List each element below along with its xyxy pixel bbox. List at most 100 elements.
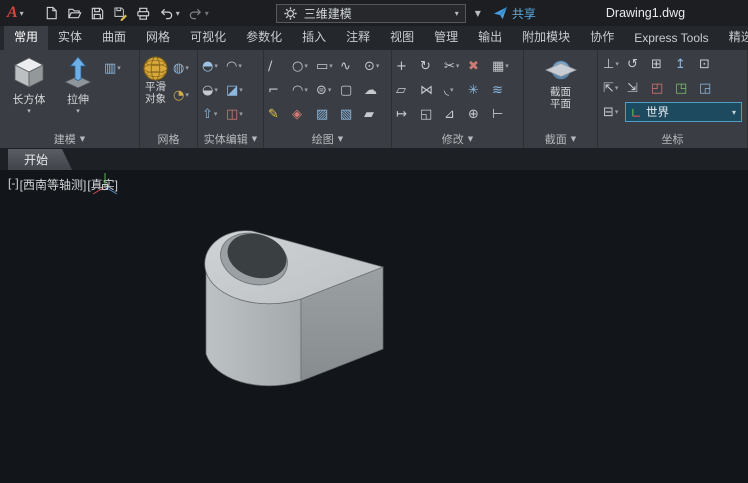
view-control[interactable]: [西南等轴测] [20, 176, 87, 193]
ribbon-tool-button[interactable]: ◳ ▾ [673, 76, 697, 100]
drawing-viewport[interactable]: [-] [西南等轴测] [真实] [0, 170, 748, 483]
file-tab-start[interactable]: 开始 [8, 149, 72, 170]
ribbon-tool-button[interactable]: ◟ ▾ [442, 78, 466, 102]
ribbon-tab[interactable]: 管理 [424, 26, 468, 50]
ribbon-tool-button[interactable]: ⊜ ▾ [314, 78, 338, 102]
ribbon-tab[interactable]: 网格 [136, 26, 180, 50]
ribbon-tool-button[interactable]: ▥ ▾ [102, 56, 126, 80]
panel-label-mesh[interactable]: 网格 [140, 129, 197, 148]
save-as-button[interactable] [110, 4, 131, 23]
ribbon-tab[interactable]: 参数化 [236, 26, 292, 50]
ribbon-tool-button[interactable]: ✖ ▾ [466, 54, 490, 78]
ribbon-tab[interactable]: 精选应用 [719, 26, 748, 50]
ribbon-tool-button[interactable]: ⋈ ▾ [418, 78, 442, 102]
3d-solid-object[interactable] [205, 226, 383, 386]
panel-label-modify[interactable]: 修改 ▼ [392, 129, 523, 148]
app-menu-button[interactable]: A ▾ [0, 0, 31, 26]
ribbon-tool-button[interactable]: ○ ▾ [290, 54, 314, 78]
ribbon-tool-button[interactable]: ▰ ▾ [362, 102, 386, 126]
ribbon-tool-button[interactable]: ⊡ ▾ [697, 52, 721, 76]
ribbon-tool-button[interactable]: ↦ ▾ [394, 102, 418, 126]
ribbon-tool-button[interactable]: ▭ ▾ [314, 54, 338, 78]
workspace-selector[interactable]: 三维建模 ▾ [276, 4, 466, 23]
viewport-menu-control[interactable]: [-] [8, 176, 19, 193]
ribbon-tab[interactable]: 常用 [4, 26, 48, 50]
ribbon-tool-button[interactable]: ☁ ▾ [362, 78, 386, 102]
presspull-icon: ⇧ [202, 108, 213, 121]
ribbon-tab[interactable]: 注释 [336, 26, 380, 50]
ucs-combobox[interactable]: 世界 ▾ [625, 102, 742, 122]
ribbon-tool-button[interactable]: ▧ ▾ [338, 102, 362, 126]
panel-label-solid-editing[interactable]: 实体编辑 ▼ [198, 129, 263, 148]
ribbon-tool-button[interactable]: ✎ ▾ [266, 102, 290, 126]
ribbon-tool-button[interactable]: ⊙ ▾ [362, 54, 386, 78]
smooth-object-button[interactable]: 平滑 对象 [142, 52, 169, 129]
box-button[interactable]: 长方体 ▾ [2, 52, 56, 129]
ribbon-tool-button[interactable]: ◈ ▾ [290, 102, 314, 126]
ribbon-tool-button[interactable]: ⊢ ▾ [490, 102, 514, 126]
ribbon-tool-button[interactable]: ◫ ▾ [224, 102, 248, 126]
circle-icon: ○ [292, 60, 303, 73]
ribbon-tool-button[interactable]: ⊥ ▾ [601, 52, 625, 76]
arc-icon: ◠ [292, 84, 303, 97]
ribbon-tool-button[interactable]: ◠ ▾ [224, 54, 248, 78]
qat-customize-button[interactable]: ▼ [475, 9, 481, 18]
open-file-button[interactable] [64, 4, 85, 23]
ribbon-tool-button[interactable]: ▦ ▾ [490, 54, 514, 78]
panel-label-draw[interactable]: 绘图 ▼ [264, 129, 391, 148]
ribbon-tool-button[interactable]: ↥ ▾ [673, 52, 697, 76]
ribbon-tab[interactable]: Express Tools [624, 26, 718, 50]
ribbon-tool-button[interactable]: ◍ ▾ [171, 56, 195, 80]
share-button[interactable]: 共享 [493, 5, 536, 22]
ribbon-tool-button[interactable]: ⇧ ▾ [200, 102, 224, 126]
ribbon-tool-button[interactable]: ◰ ▾ [649, 76, 673, 100]
ribbon-tool-button[interactable]: ⊕ ▾ [466, 102, 490, 126]
ribbon-tool-button[interactable]: ◲ ▾ [697, 76, 721, 100]
ribbon-tool-button[interactable]: ◱ ▾ [418, 102, 442, 126]
extrude-button[interactable]: 拉伸 ▾ [56, 52, 100, 129]
gear-icon [283, 6, 298, 21]
ribbon-tab[interactable]: 输出 [468, 26, 512, 50]
section-plane-button[interactable]: 截面 平面 [531, 52, 591, 129]
new-file-button[interactable] [41, 4, 62, 23]
ribbon-tool-button[interactable]: ▱ ▾ [394, 78, 418, 102]
ribbon-tab[interactable]: 实体 [48, 26, 92, 50]
ribbon-tool-button[interactable]: ◠ ▾ [290, 78, 314, 102]
ribbon-tool-button[interactable]: ∿ ▾ [338, 54, 362, 78]
panel-modify: + ▾ ▱ ▾ ↦ ▾ [392, 50, 524, 148]
ribbon-tab[interactable]: 曲面 [92, 26, 136, 50]
panel-label-modeling[interactable]: 建模 ▼ [0, 129, 139, 148]
ribbon-tool-button[interactable]: ⇲ ▾ [625, 76, 649, 100]
panel-label-coordinates[interactable]: 坐标 [598, 129, 747, 148]
ribbon-tool-button[interactable]: ∕ ▾ [266, 54, 290, 78]
ribbon-tool-button[interactable]: ◔ ▾ [171, 83, 195, 107]
ribbon-tab[interactable]: 插入 [292, 26, 336, 50]
ribbon-tool-button[interactable]: ⌐ ▾ [266, 78, 290, 102]
ribbon-tool-button[interactable]: ⇱ ▾ [601, 76, 625, 100]
coordinates-row-3: ⊟ ▾ [601, 100, 625, 124]
ribbon-tab[interactable]: 可视化 [180, 26, 236, 50]
ribbon-tool-button[interactable]: ↻ ▾ [418, 54, 442, 78]
ribbon-tool-button[interactable]: ◪ ▾ [224, 78, 248, 102]
plot-button[interactable] [133, 4, 154, 23]
ribbon-tool-button[interactable]: ⊟ ▾ [601, 100, 625, 124]
ribbon-tool-button[interactable]: + ▾ [394, 54, 418, 78]
ribbon-tool-button[interactable]: ↺ ▾ [625, 52, 649, 76]
ribbon-tab[interactable]: 附加模块 [512, 26, 580, 50]
ribbon-tool-button[interactable]: ⊿ ▾ [442, 102, 466, 126]
ribbon-tool-button[interactable]: ⊞ ▾ [649, 52, 673, 76]
ribbon-tool-button[interactable]: ▨ ▾ [314, 102, 338, 126]
redo-button[interactable]: ▾ [185, 4, 212, 23]
panel-label-section[interactable]: 截面 ▼ [524, 129, 597, 148]
ribbon-tool-button[interactable]: ◓ ▾ [200, 54, 224, 78]
save-button[interactable] [87, 4, 108, 23]
ribbon-tab[interactable]: 视图 [380, 26, 424, 50]
ribbon-tool-button[interactable]: ◒ ▾ [200, 78, 224, 102]
undo-button[interactable]: ▾ [156, 4, 183, 23]
ribbon-tool-button[interactable]: ≋ ▾ [490, 78, 514, 102]
ribbon-tool-button[interactable]: ✳ ▾ [466, 78, 490, 102]
ribbon-tool-button[interactable]: ▢ ▾ [338, 78, 362, 102]
ribbon-tool-button[interactable]: ✂ ▾ [442, 54, 466, 78]
ribbon-tab[interactable]: 协作 [580, 26, 624, 50]
line-icon: ∕ [268, 60, 272, 73]
